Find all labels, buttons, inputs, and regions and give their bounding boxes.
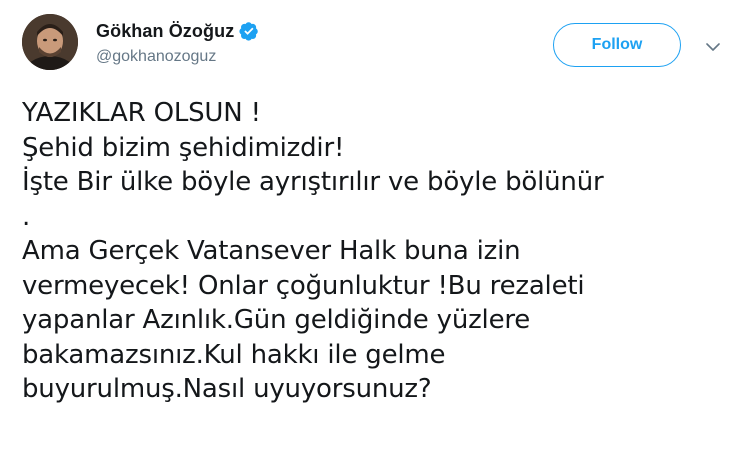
tweet-line: Şehid bizim şehidimizdir! <box>22 132 345 163</box>
tweet-text: YAZIKLAR OLSUN ! Şehid bizim şehidimizdi… <box>22 96 727 407</box>
verified-badge-icon <box>239 21 259 41</box>
tweet-line: vermeyecek! Onlar çoğunluktur !Bu rezale… <box>22 270 585 301</box>
user-handle[interactable]: @gokhanozoguz <box>96 48 216 66</box>
tweet-line: İşte Bir ülke böyle ayrıştırılır ve böyl… <box>22 167 604 197</box>
tweet-line: Ama Gerçek Vatansever Halk buna izin <box>22 236 521 266</box>
display-name[interactable]: Gökhan Özoğuz <box>96 21 234 42</box>
follow-button[interactable]: Follow <box>553 23 681 67</box>
tweet-line: . <box>22 201 31 232</box>
chevron-down-icon[interactable] <box>702 36 724 58</box>
tweet-card: Gökhan Özoğuz @gokhanozoguz Follow YAZIK… <box>0 0 731 461</box>
tweet-line: bakamazsınız.Kul hakkı ile gelme <box>22 339 446 370</box>
tweet-line: yapanlar Azınlık.Gün geldiğinde yüzlere <box>22 305 531 335</box>
tweet-line: YAZIKLAR OLSUN ! <box>22 98 261 128</box>
name-row: Gökhan Özoğuz <box>96 18 259 44</box>
avatar[interactable] <box>22 14 78 70</box>
tweet-line: buyurulmuş.Nasıl uyuyorsunuz? <box>22 374 432 404</box>
profile-photo-icon <box>22 14 78 70</box>
